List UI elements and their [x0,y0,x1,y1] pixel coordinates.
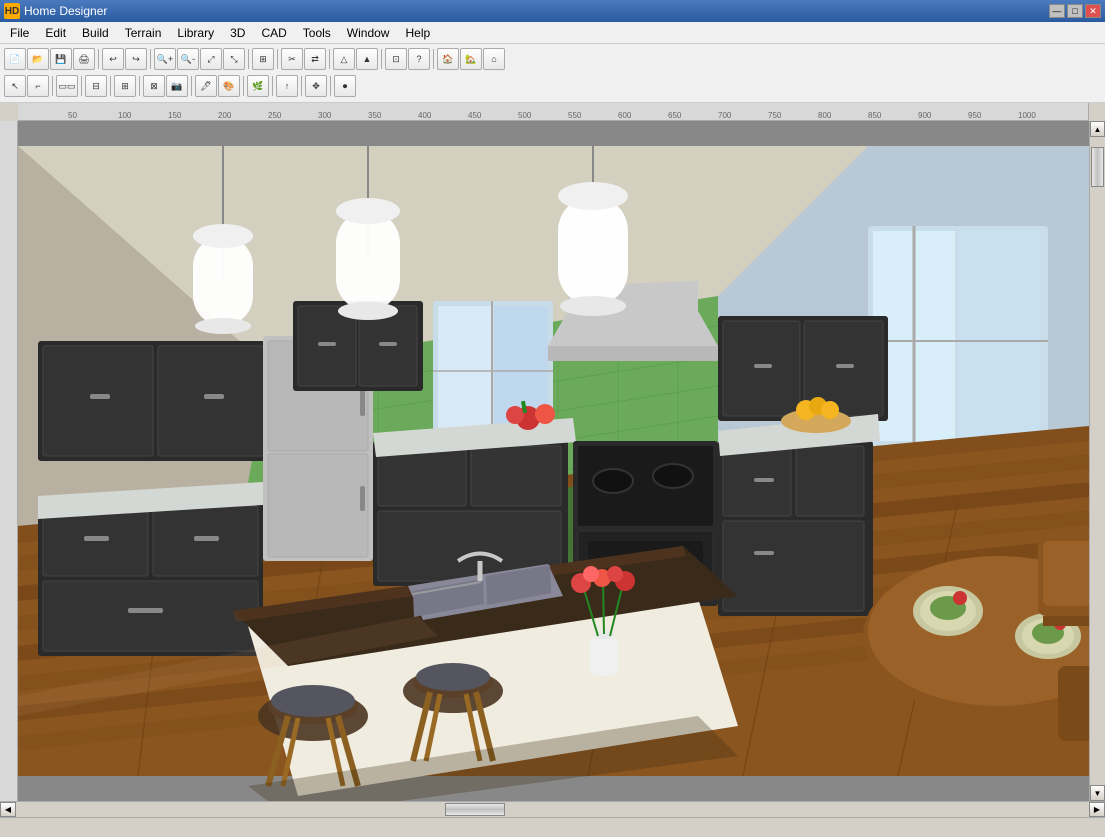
left-ruler [0,121,18,801]
toolbar-btn-tool4[interactable]: ▲ [356,48,378,70]
scroll-left-button[interactable]: ◀ [0,802,16,817]
toolbar-separator [277,49,278,69]
menu-terrain[interactable]: Terrain [117,24,170,42]
toolbar-btn-zoom-prev[interactable]: ⤡ [223,48,245,70]
toolbar-separator [248,49,249,69]
toolbar2-btn-paint[interactable]: 🖊 [195,75,217,97]
menu-edit[interactable]: Edit [37,24,74,42]
scroll-thumb-vertical[interactable] [1091,147,1104,187]
toolbar-separator [98,49,99,69]
scroll-up-button[interactable]: ▲ [1090,121,1105,137]
toolbar-separator [243,76,244,96]
title-bar: HD Home Designer — □ ✕ [0,0,1105,22]
toolbar-btn-open[interactable]: 📂 [27,48,49,70]
menu-help[interactable]: Help [397,24,438,42]
scroll-thumb-horizontal[interactable] [445,803,505,816]
toolbar2-btn-record[interactable]: ⏺ [334,75,356,97]
toolbar2-btn-cabinet[interactable]: ⊟ [85,75,107,97]
menu-cad[interactable]: CAD [253,24,294,42]
toolbar-separator [139,76,140,96]
toolbar-btn-zoom-fit[interactable]: ⤢ [200,48,222,70]
toolbar2-btn-draw-wall[interactable]: ⌐ [27,75,49,97]
toolbar-btn-tool3[interactable]: △ [333,48,355,70]
vertical-scrollbar[interactable]: ▲ ▼ [1089,121,1105,801]
toolbar-btn-house3[interactable]: ⌂ [483,48,505,70]
toolbar2-btn-floor-plan[interactable]: ⊞ [114,75,136,97]
toolbar-area: 📄📂💾🖨 ↩↪ 🔍+🔍-⤢⤡ ⊞ ✂⇄ △▲ ⊡? 🏠🏡⌂ ↖⌐ ▭▭ ⊟ ⊞ ⊠📷 🖊🎨 🌿 ↑ ✥ ⏺ [0,44,1105,103]
toolbar-separator [110,76,111,96]
main-area: ▲ ▼ [0,121,1105,801]
toolbar-btn-tool6[interactable]: ? [408,48,430,70]
minimize-button[interactable]: — [1049,4,1065,18]
menu-bar: FileEditBuildTerrainLibrary3DCADToolsWin… [0,22,1105,44]
toolbar-separator [52,76,53,96]
menu-build[interactable]: Build [74,24,117,42]
scroll-track-vertical[interactable] [1090,137,1105,785]
close-button[interactable]: ✕ [1085,4,1101,18]
toolbar-separator [81,76,82,96]
maximize-button[interactable]: □ [1067,4,1083,18]
toolbar-separator [150,49,151,69]
menu-file[interactable]: File [2,24,37,42]
toolbar-btn-new[interactable]: 📄 [4,48,26,70]
toolbar2-btn-select[interactable]: ↖ [4,75,26,97]
status-bar [0,817,1105,837]
toolbar2-btn-wall-type[interactable]: ▭▭ [56,75,78,97]
toolbar-btn-save[interactable]: 💾 [50,48,72,70]
toolbar-separator [301,76,302,96]
kitchen-render [18,121,1089,801]
toolbar-btn-tool5[interactable]: ⊡ [385,48,407,70]
toolbar-btn-zoom-out[interactable]: 🔍- [177,48,199,70]
window-controls: — □ ✕ [1049,4,1101,18]
scroll-down-button[interactable]: ▼ [1090,785,1105,801]
toolbar-secondary: ↖⌐ ▭▭ ⊟ ⊞ ⊠📷 🖊🎨 🌿 ↑ ✥ ⏺ [4,73,1101,99]
toolbar-btn-undo[interactable]: ↩ [102,48,124,70]
toolbar-btn-tool2[interactable]: ⇄ [304,48,326,70]
toolbar2-btn-move[interactable]: ✥ [305,75,327,97]
scroll-track-horizontal[interactable] [16,802,1089,817]
toolbar-separator [272,76,273,96]
toolbar2-btn-texture[interactable]: 🎨 [218,75,240,97]
toolbar-separator [381,49,382,69]
toolbar2-btn-camera[interactable]: 📷 [166,75,188,97]
toolbar-btn-house2[interactable]: 🏡 [460,48,482,70]
window-title: Home Designer [24,4,1049,18]
toolbar-btn-print[interactable]: 🖨 [73,48,95,70]
toolbar-separator [330,76,331,96]
toolbar2-btn-plant[interactable]: 🌿 [247,75,269,97]
scroll-right-button[interactable]: ▶ [1089,802,1105,817]
toolbar-btn-tool1[interactable]: ✂ [281,48,303,70]
top-ruler: 50 100 150 200 250 300 350 400 450 500 5… [18,103,1089,121]
toolbar-separator [191,76,192,96]
app-icon: HD [4,3,20,19]
menu-library[interactable]: Library [169,24,222,42]
toolbar-primary: 📄📂💾🖨 ↩↪ 🔍+🔍-⤢⤡ ⊞ ✂⇄ △▲ ⊡? 🏠🏡⌂ [4,46,1101,72]
toolbar2-btn-arrow-up[interactable]: ↑ [276,75,298,97]
menu-3d[interactable]: 3D [222,24,253,42]
toolbar-btn-redo[interactable]: ↪ [125,48,147,70]
toolbar-separator [329,49,330,69]
toolbar-btn-zoom-in[interactable]: 🔍+ [154,48,176,70]
toolbar-separator [433,49,434,69]
canvas-area[interactable] [18,121,1089,801]
ruler-row: 50 100 150 200 250 300 350 400 450 500 5… [18,103,1089,121]
menu-tools[interactable]: Tools [295,24,339,42]
menu-window[interactable]: Window [339,24,398,42]
toolbar-btn-house1[interactable]: 🏠 [437,48,459,70]
toolbar2-btn-appliance[interactable]: ⊠ [143,75,165,97]
toolbar-btn-fill-window[interactable]: ⊞ [252,48,274,70]
horizontal-scrollbar[interactable]: ◀ ▶ [0,801,1105,817]
